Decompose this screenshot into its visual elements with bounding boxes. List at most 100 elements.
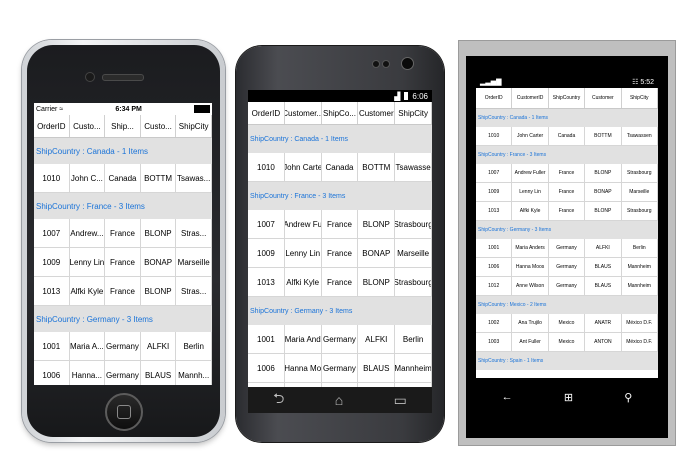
table-cell: Lenny Lin: [512, 183, 549, 201]
column-header[interactable]: ShipCity: [395, 102, 432, 124]
table-cell: ANTON: [585, 333, 622, 351]
table-row[interactable]: 1007 Andrew... France BLONP Stras...: [34, 219, 212, 248]
column-header[interactable]: ShipCountry: [549, 88, 586, 108]
table-row[interactable]: 1006 Hanna Moos Germany BLAUS Mannheim: [476, 258, 658, 277]
table-row[interactable]: 1013 Alfki Kyle France BLONP Stras...: [34, 277, 212, 306]
table-row[interactable]: 1006 Hanna... Germany BLAUS Mannh...: [34, 361, 212, 385]
table-cell: Germany: [105, 332, 141, 360]
table-cell: Hanna...: [70, 361, 106, 385]
table-cell: Andrew...: [70, 219, 106, 247]
back-icon[interactable]: ⮌: [273, 388, 284, 412]
table-row[interactable]: 1010 John Carte Canada BOTTM Tsawasse: [248, 153, 432, 182]
table-cell: 1002: [476, 314, 513, 332]
table-cell: Anne Wilson: [512, 277, 549, 295]
home-button[interactable]: [105, 393, 143, 431]
group-caption[interactable]: ShipCountry : France - 3 Items: [34, 193, 212, 219]
table-cell: BONAP: [585, 183, 622, 201]
battery-icon: [194, 105, 210, 113]
table-row[interactable]: 1012 Anne Wilson Germany BLAUS Mannheim: [476, 277, 658, 296]
group-caption[interactable]: ShipCountry : Germany - 3 Items: [248, 297, 432, 325]
column-header[interactable]: CustomerID: [512, 88, 549, 108]
column-header[interactable]: OrderID: [248, 102, 285, 124]
column-header[interactable]: Customer: [358, 102, 396, 124]
android-sensor-icon: [382, 60, 390, 68]
ios-data-grid: OrderID Custo... Ship... Custo... ShipCity Sh…: [34, 115, 212, 385]
column-header[interactable]: Customer...: [285, 102, 322, 124]
table-cell: Tsawas...: [176, 164, 212, 192]
table-cell: 1012: [476, 277, 513, 295]
table-row[interactable]: 1003 Ant Fuller Mexico ANTON México D.F.: [476, 333, 658, 352]
table-row[interactable]: 1002 Ana Trujilo Mexico ANATR México D.F.: [476, 314, 658, 333]
group-caption[interactable]: ShipCountry : Germany - 3 Items: [34, 306, 212, 332]
signal-icon: ▂▃▅▇: [480, 79, 502, 86]
table-row[interactable]: 1007 Andrew Fu France BLONP Strasbourg: [248, 210, 432, 239]
wifi-icon: ☷: [632, 79, 639, 86]
table-cell: Hanna Moos: [512, 258, 549, 276]
table-cell: Alfki Kyle: [285, 268, 322, 296]
search-icon[interactable]: ⚲: [624, 391, 632, 404]
table-row[interactable]: 1010 John C... Canada BOTTM Tsawas...: [34, 164, 212, 193]
iphone-speaker: [102, 74, 144, 81]
column-header[interactable]: ShipCo...: [322, 102, 359, 124]
windows-logo-icon[interactable]: ⊞: [564, 391, 573, 404]
group-caption[interactable]: ShipCountry : Spain - 1 Items: [476, 352, 658, 370]
table-row[interactable]: 1001 Maria Anders Germany ALFKI Berlin: [476, 239, 658, 258]
android-nav-bar: ⮌ ⌂ ▭: [248, 387, 432, 413]
table-row[interactable]: 1009 Lenny Lin France BONAP Marseille: [248, 239, 432, 268]
column-header[interactable]: ShipCity: [622, 88, 658, 108]
table-row[interactable]: 1009 Lenny Lin France BONAP Marseille: [476, 183, 658, 202]
status-time: 5:52: [640, 79, 654, 86]
group-caption[interactable]: ShipCountry : France - 3 Items: [476, 146, 658, 164]
group-caption[interactable]: ShipCountry : Canada - 1 Items: [476, 109, 658, 127]
table-cell: Tsawasse: [395, 153, 432, 181]
table-cell: Maria And: [285, 325, 322, 353]
table-cell: 1006: [476, 258, 513, 276]
table-cell: Strasbourg: [622, 164, 658, 182]
group-caption[interactable]: ShipCountry : Mexico - 2 Items: [476, 296, 658, 314]
table-row[interactable]: 1007 Andrew Fuller France BLONP Strasbourg: [476, 164, 658, 183]
table-row[interactable]: 1010 John Carter Canada BOTTM Tsawassen: [476, 127, 658, 146]
table-cell: Marseille: [395, 239, 432, 267]
windows-status-bar: ▂▃▅▇ ☷ 5:52: [476, 76, 658, 88]
column-header[interactable]: Customer: [585, 88, 622, 108]
table-cell: Strasbourg: [622, 202, 658, 220]
table-cell: Strasbourg: [395, 268, 432, 296]
table-cell: Maria Anders: [512, 239, 549, 257]
home-icon[interactable]: ⌂: [335, 392, 343, 408]
table-cell: 1009: [248, 239, 285, 267]
column-header[interactable]: Custo...: [70, 115, 106, 137]
table-cell: 1006: [34, 361, 70, 385]
table-cell: BOTTM: [141, 164, 177, 192]
table-row[interactable]: 1001 Maria And Germany ALFKI Berlin: [248, 325, 432, 354]
table-cell: John Carter: [512, 127, 549, 145]
column-header[interactable]: Ship...: [105, 115, 141, 137]
table-cell: Mannheim: [622, 258, 658, 276]
column-header[interactable]: OrderID: [476, 88, 513, 108]
table-row[interactable]: 1001 Maria A... Germany ALFKI Berlin: [34, 332, 212, 361]
table-cell: Stras...: [176, 219, 212, 247]
column-header[interactable]: OrderID: [34, 115, 70, 137]
table-cell: 1001: [248, 325, 285, 353]
table-cell: Germany: [549, 239, 586, 257]
group-caption[interactable]: ShipCountry : Canada - 1 Items: [248, 125, 432, 153]
group-caption[interactable]: ShipCountry : France - 3 Items: [248, 182, 432, 210]
android-sensor-icon: [372, 60, 380, 68]
back-icon[interactable]: ←: [502, 391, 513, 403]
column-header[interactable]: ShipCity: [176, 115, 212, 137]
group-caption[interactable]: ShipCountry : Canada - 1 Items: [34, 138, 212, 164]
table-row[interactable]: 1013 Alfki Kyle France BLONP Strasbourg: [476, 202, 658, 221]
table-cell: BLONP: [141, 277, 177, 305]
table-cell: Hanna Mo: [285, 354, 322, 382]
table-row[interactable]: 1013 Alfki Kyle France BLONP Strasbourg: [248, 268, 432, 297]
iphone-camera-icon: [85, 72, 95, 82]
group-caption[interactable]: ShipCountry : Germany - 3 Items: [476, 221, 658, 239]
table-cell: Mannheim: [395, 354, 432, 382]
recent-apps-icon[interactable]: ▭: [394, 392, 407, 409]
table-row[interactable]: 1006 Hanna Mo Germany BLAUS Mannheim: [248, 354, 432, 383]
battery-icon: [404, 92, 409, 100]
table-cell: Germany: [549, 258, 586, 276]
table-cell: Mexico: [549, 333, 586, 351]
table-row[interactable]: 1009 Lenny Lin France BONAP Marseille: [34, 248, 212, 277]
column-header[interactable]: Custo...: [141, 115, 177, 137]
table-cell: 1009: [34, 248, 70, 276]
